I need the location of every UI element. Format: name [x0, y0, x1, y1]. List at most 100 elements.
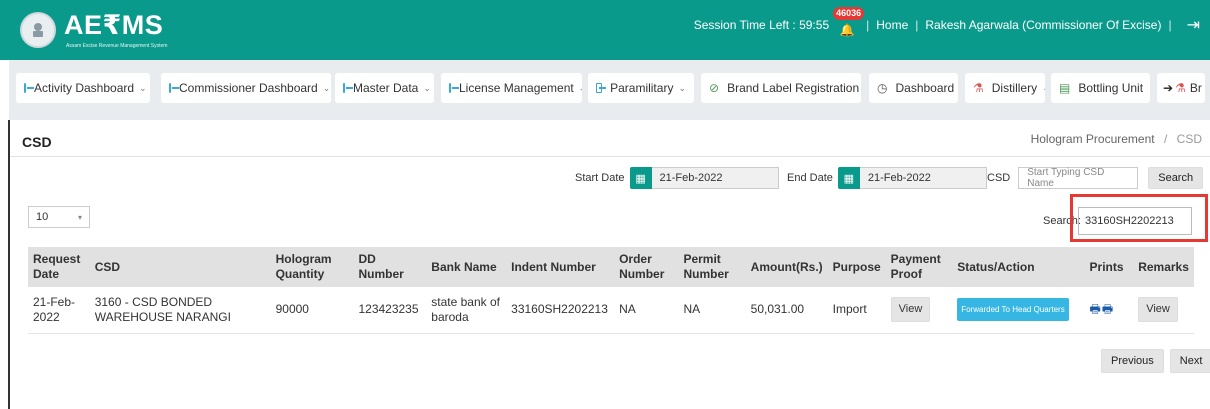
- csd-filter: CSD Start Typing CSD Name Search: [987, 167, 1204, 189]
- search-button[interactable]: Search: [1148, 167, 1204, 189]
- notification-button[interactable]: 46036 🔔: [833, 7, 865, 37]
- csd-search-input[interactable]: Start Typing CSD Name: [1018, 167, 1139, 189]
- notification-badge: 46036: [833, 7, 865, 20]
- cell-csd: 3160 - CSD BONDED WAREHOUSE NARANGI: [89, 287, 271, 334]
- logout-icon[interactable]: ⇥: [1187, 15, 1200, 35]
- end-date-input[interactable]: 21-Feb-2022: [859, 167, 987, 189]
- col-order-number[interactable]: Order Number: [614, 247, 678, 287]
- scroll-right-arrow-icon[interactable]: ➔: [1163, 81, 1173, 95]
- menu-license-management[interactable]: License Management ⌄: [441, 73, 582, 103]
- menu-master-data[interactable]: Master Data ⌄: [335, 73, 434, 103]
- col-csd[interactable]: CSD: [90, 247, 271, 287]
- cell-permit-number: NA: [678, 287, 746, 334]
- col-permit-number[interactable]: Permit Number: [678, 247, 745, 287]
- print-icon[interactable]: 🖶🖶: [1090, 302, 1115, 316]
- col-bank-name[interactable]: Bank Name: [426, 247, 506, 287]
- col-status-action[interactable]: Status/Action: [952, 247, 1084, 287]
- cell-dd-number: 123423235: [353, 287, 427, 334]
- menu-label: Commissioner Dashboard: [179, 81, 318, 95]
- next-button[interactable]: Next: [1169, 349, 1210, 373]
- tag-icon: ⊘: [709, 81, 720, 95]
- flask-icon: ⚗: [1175, 81, 1186, 95]
- menu-label: Distillery: [991, 81, 1038, 95]
- breadcrumb-separator: /: [1163, 132, 1168, 146]
- cell-indent-number: 33160SH2202213: [506, 287, 615, 334]
- cell-payment-proof: View: [885, 287, 953, 334]
- chevron-down-icon: ⌄: [423, 82, 431, 93]
- menu-label: Br: [1189, 81, 1202, 95]
- flask-icon: ⚗: [973, 81, 984, 95]
- menu-dashboard[interactable]: ◷ Dashboard ⌄: [869, 73, 958, 103]
- col-hologram-quantity[interactable]: Hologram Quantity: [271, 247, 354, 287]
- main-menu: Activity Dashboard ⌄ Commissioner Dashbo…: [9, 60, 1210, 120]
- menu-label: License Management: [459, 81, 574, 95]
- payment-proof-view-button[interactable]: View: [890, 297, 931, 323]
- menu-commissioner-dashboard[interactable]: Commissioner Dashboard ⌄: [161, 73, 331, 103]
- bottle-icon: ▤: [1059, 81, 1071, 95]
- dashboard-icon: [596, 83, 607, 93]
- col-request-date[interactable]: Request Date: [28, 247, 90, 287]
- dashboard-icon: [343, 83, 353, 93]
- chevron-down-icon: ⌄: [1042, 83, 1045, 94]
- chevron-down-icon: ▾: [77, 212, 82, 222]
- page-size-select[interactable]: 10 ▾: [28, 206, 90, 228]
- cell-amount: 50,031.00: [745, 287, 828, 334]
- chevron-down-icon: ⌄: [139, 82, 147, 93]
- divider: |: [866, 18, 870, 32]
- breadcrumb-parent[interactable]: Hologram Procurement: [1031, 132, 1155, 146]
- divider: |: [915, 18, 919, 32]
- menu-overflow-item[interactable]: ➔ ⚗ Br: [1157, 73, 1205, 103]
- home-link[interactable]: Home: [876, 18, 908, 32]
- col-payment-proof[interactable]: Payment Proof: [886, 247, 953, 287]
- end-date-label: End Date: [787, 172, 833, 184]
- col-prints[interactable]: Prints: [1085, 247, 1134, 287]
- state-emblem-icon: [20, 12, 56, 48]
- cell-hologram-quantity: 90000: [270, 287, 354, 334]
- pagination: Previous Next: [1101, 349, 1210, 373]
- calendar-icon[interactable]: ▦: [629, 167, 652, 189]
- sidebar-edge: [8, 120, 10, 409]
- status-badge[interactable]: Forwarded To Head Quarters: [957, 298, 1069, 322]
- col-purpose[interactable]: Purpose: [828, 247, 886, 287]
- menu-brand-label-registration[interactable]: ⊘ Brand Label Registration ⌄: [701, 73, 861, 103]
- menu-label: Paramilitary: [610, 81, 674, 95]
- remarks-view-button[interactable]: View: [1138, 297, 1178, 323]
- chevron-down-icon: ⌄: [678, 82, 686, 93]
- bell-icon: 🔔: [839, 23, 855, 37]
- menu-bottling-unit[interactable]: ▤ Bottling Unit ⌄: [1051, 73, 1150, 103]
- end-date-filter: End Date ▦ 21-Feb-2022: [787, 167, 987, 189]
- col-indent-number[interactable]: Indent Number: [506, 247, 614, 287]
- cell-request-date: 21-Feb-2022: [28, 287, 90, 334]
- col-amount[interactable]: Amount(Rs.): [746, 247, 828, 287]
- start-date-label: Start Date: [575, 172, 625, 184]
- cell-purpose: Import: [827, 287, 886, 334]
- page-title: CSD: [22, 134, 52, 150]
- user-name[interactable]: Rakesh Agarwala (Commissioner Of Excise): [925, 18, 1161, 32]
- csd-table: Request Date CSD Hologram Quantity DD Nu…: [28, 247, 1194, 334]
- start-date-input[interactable]: 21-Feb-2022: [651, 167, 779, 189]
- cell-order-number: NA: [614, 287, 679, 334]
- top-bar: AE₹MS Assam Excise Revenue Management Sy…: [0, 0, 1210, 60]
- chevron-down-icon: ⌄: [1148, 83, 1150, 94]
- calendar-icon[interactable]: ▦: [837, 167, 860, 189]
- previous-button[interactable]: Previous: [1101, 349, 1164, 373]
- col-dd-number[interactable]: DD Number: [353, 247, 426, 287]
- table-row: 21-Feb-2022 3160 - CSD BONDED WAREHOUSE …: [28, 287, 1194, 334]
- cell-prints: 🖶🖶: [1084, 287, 1134, 334]
- divider: |: [1168, 18, 1172, 32]
- breadcrumb-current: CSD: [1176, 132, 1202, 146]
- menu-distillery[interactable]: ⚗ Distillery ⌄: [965, 73, 1045, 103]
- col-remarks[interactable]: Remarks: [1133, 247, 1194, 287]
- cell-remarks: View: [1133, 287, 1194, 334]
- menu-label: Master Data: [353, 81, 419, 95]
- table-header-row: Request Date CSD Hologram Quantity DD Nu…: [28, 247, 1194, 287]
- session-timer: Session Time Left : 59:55: [693, 18, 830, 32]
- menu-label: Brand Label Registration: [727, 81, 860, 95]
- csd-label: CSD: [987, 172, 1011, 184]
- menu-paramilitary[interactable]: Paramilitary ⌄: [588, 73, 694, 103]
- highlight-box: [1070, 194, 1208, 242]
- page-header: CSD Hologram Procurement / CSD: [10, 121, 1210, 157]
- menu-label: Activity Dashboard: [34, 81, 135, 95]
- menu-activity-dashboard[interactable]: Activity Dashboard ⌄: [16, 73, 150, 103]
- breadcrumb: Hologram Procurement / CSD: [1031, 132, 1202, 146]
